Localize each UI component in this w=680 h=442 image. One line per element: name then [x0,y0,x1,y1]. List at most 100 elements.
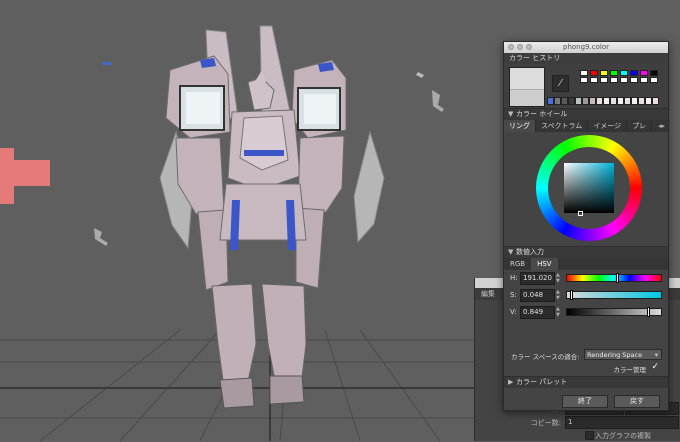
eyedropper-icon: ⁄ [559,78,562,89]
value-stepper[interactable]: ▲ ▼ [556,306,562,318]
history-swatch[interactable] [620,70,628,76]
color-space-value: Rendering Space [587,351,643,359]
color-editor-window: phong9.color カラー ヒストリ ⁄ ▼ カラー ホイール リング スペ… [503,41,669,411]
saturation-label: S: [510,291,517,299]
recent-swatch[interactable] [547,97,554,105]
history-swatch-empty[interactable] [610,77,618,83]
tab-image[interactable]: イメージ [588,120,628,132]
window-title: phong9.color [563,43,609,51]
recent-swatch[interactable] [638,97,645,105]
recent-swatch[interactable] [575,97,582,105]
color-space-label: カラー スペースの適合: [511,353,580,361]
recent-swatch[interactable] [596,97,603,105]
value-slider[interactable] [566,307,662,317]
duplicate-graph-checkbox[interactable] [585,431,594,440]
recent-swatch[interactable] [631,97,638,105]
recent-swatch[interactable] [561,97,568,105]
recent-swatch[interactable] [568,97,575,105]
tab-preset[interactable]: プレ [627,120,653,132]
eyedropper-button[interactable]: ⁄ [552,75,569,92]
minimize-icon[interactable] [517,44,523,50]
color-management-row: カラー管理 ✓ [504,362,668,374]
dialog-buttons: 終了 戻す [504,393,668,410]
value-field[interactable]: 0.849 [520,306,555,319]
numeric-section-header[interactable]: ▼ 数値入力 [504,246,668,258]
original-color-swatch[interactable] [510,89,544,106]
ok-button[interactable]: 終了 [562,395,608,408]
history-swatch-empty[interactable] [650,77,658,83]
history-swatch-empty[interactable] [620,77,628,83]
saturation-slider[interactable] [566,290,662,300]
recent-swatch[interactable] [589,97,596,105]
saturation-row: S: 0.048 ▲ ▼ [504,287,668,304]
history-swatch-empty[interactable] [640,77,648,83]
history-swatch[interactable] [630,70,638,76]
saturation-value-square[interactable] [564,163,614,216]
tab-hsv[interactable]: HSV [531,258,558,270]
recent-swatch[interactable] [652,97,659,105]
collapse-arrow-icon: ▼ [508,110,514,118]
numeric-tabs: RGB HSV [504,258,668,270]
recent-swatch[interactable] [645,97,652,105]
hue-field[interactable]: 191.020 [520,272,555,285]
color-ring-inner [548,147,630,229]
window-titlebar[interactable]: phong9.color [504,42,668,53]
color-management-checkbox[interactable]: ✓ [651,362,659,372]
tab-spectrum[interactable]: スペクトラム [536,120,589,132]
history-swatches [580,70,662,84]
robot-model[interactable] [165,55,347,409]
recent-swatch[interactable] [603,97,610,105]
current-color-swatch [510,68,544,90]
color-ring[interactable] [536,135,642,241]
history-swatch[interactable] [640,70,648,76]
history-swatch-empty[interactable] [590,77,598,83]
history-header: カラー ヒストリ [504,53,668,64]
palette-section-header[interactable]: ▶ カラー パレット [504,376,668,388]
hue-slider[interactable] [566,273,662,283]
color-space-row: カラー スペースの適合: Rendering Space ▾ [504,348,668,362]
color-management-label: カラー管理 [613,366,647,374]
value-row: V: 0.849 ▲ ▼ [504,304,668,321]
close-icon[interactable] [508,44,514,50]
hue-stepper[interactable]: ▲ ▼ [556,272,562,284]
wheel-section-title: カラー ホイール [516,110,568,118]
tab-rgb[interactable]: RGB [504,258,531,270]
expand-arrow-icon: ▶ [508,378,514,386]
history-swatch-empty[interactable] [630,77,638,83]
recent-swatch[interactable] [610,97,617,105]
history-swatch-empty[interactable] [580,77,588,83]
zoom-icon[interactable] [526,44,532,50]
recent-swatch[interactable] [624,97,631,105]
copies-field[interactable]: 1 [565,416,679,429]
history-swatch[interactable] [590,70,598,76]
history-swatch-empty[interactable] [600,77,608,83]
hue-slider-handle[interactable] [615,273,619,283]
saturation-stepper[interactable]: ▲ ▼ [556,289,562,301]
tabs-scroll-arrows[interactable]: ◂▸ [655,120,668,132]
recent-swatch[interactable] [582,97,589,105]
saturation-slider-handle[interactable] [569,290,573,300]
manipulator-handle[interactable] [0,148,14,204]
revert-button[interactable]: 戻す [614,395,660,408]
duplicate-graph-label: 入力グラフの複製 [595,432,651,440]
recent-swatch[interactable] [617,97,624,105]
history-swatch[interactable] [610,70,618,76]
color-wheel-area [504,132,668,246]
history-swatch[interactable] [600,70,608,76]
history-swatch[interactable] [580,70,588,76]
hue-label: H: [510,274,518,282]
duplicate-graph-row: 入力グラフの複製 [475,430,680,442]
recent-swatch[interactable] [554,97,561,105]
wheel-section-header[interactable]: ▼ カラー ホイール [504,108,668,120]
color-space-dropdown[interactable]: Rendering Space ▾ [584,349,662,360]
chevron-down-icon: ▾ [654,351,658,359]
tab-ring[interactable]: リング [504,120,536,132]
saturation-field[interactable]: 0.048 [520,289,555,302]
copies-row: コピー数: 1 [475,416,680,429]
color-picker-marker[interactable] [578,211,583,216]
value-label: V: [510,308,517,316]
palette-section-title: カラー パレット [516,378,568,386]
history-swatch[interactable] [650,70,658,76]
copies-label: コピー数: [530,419,561,427]
value-slider-handle[interactable] [646,307,650,317]
